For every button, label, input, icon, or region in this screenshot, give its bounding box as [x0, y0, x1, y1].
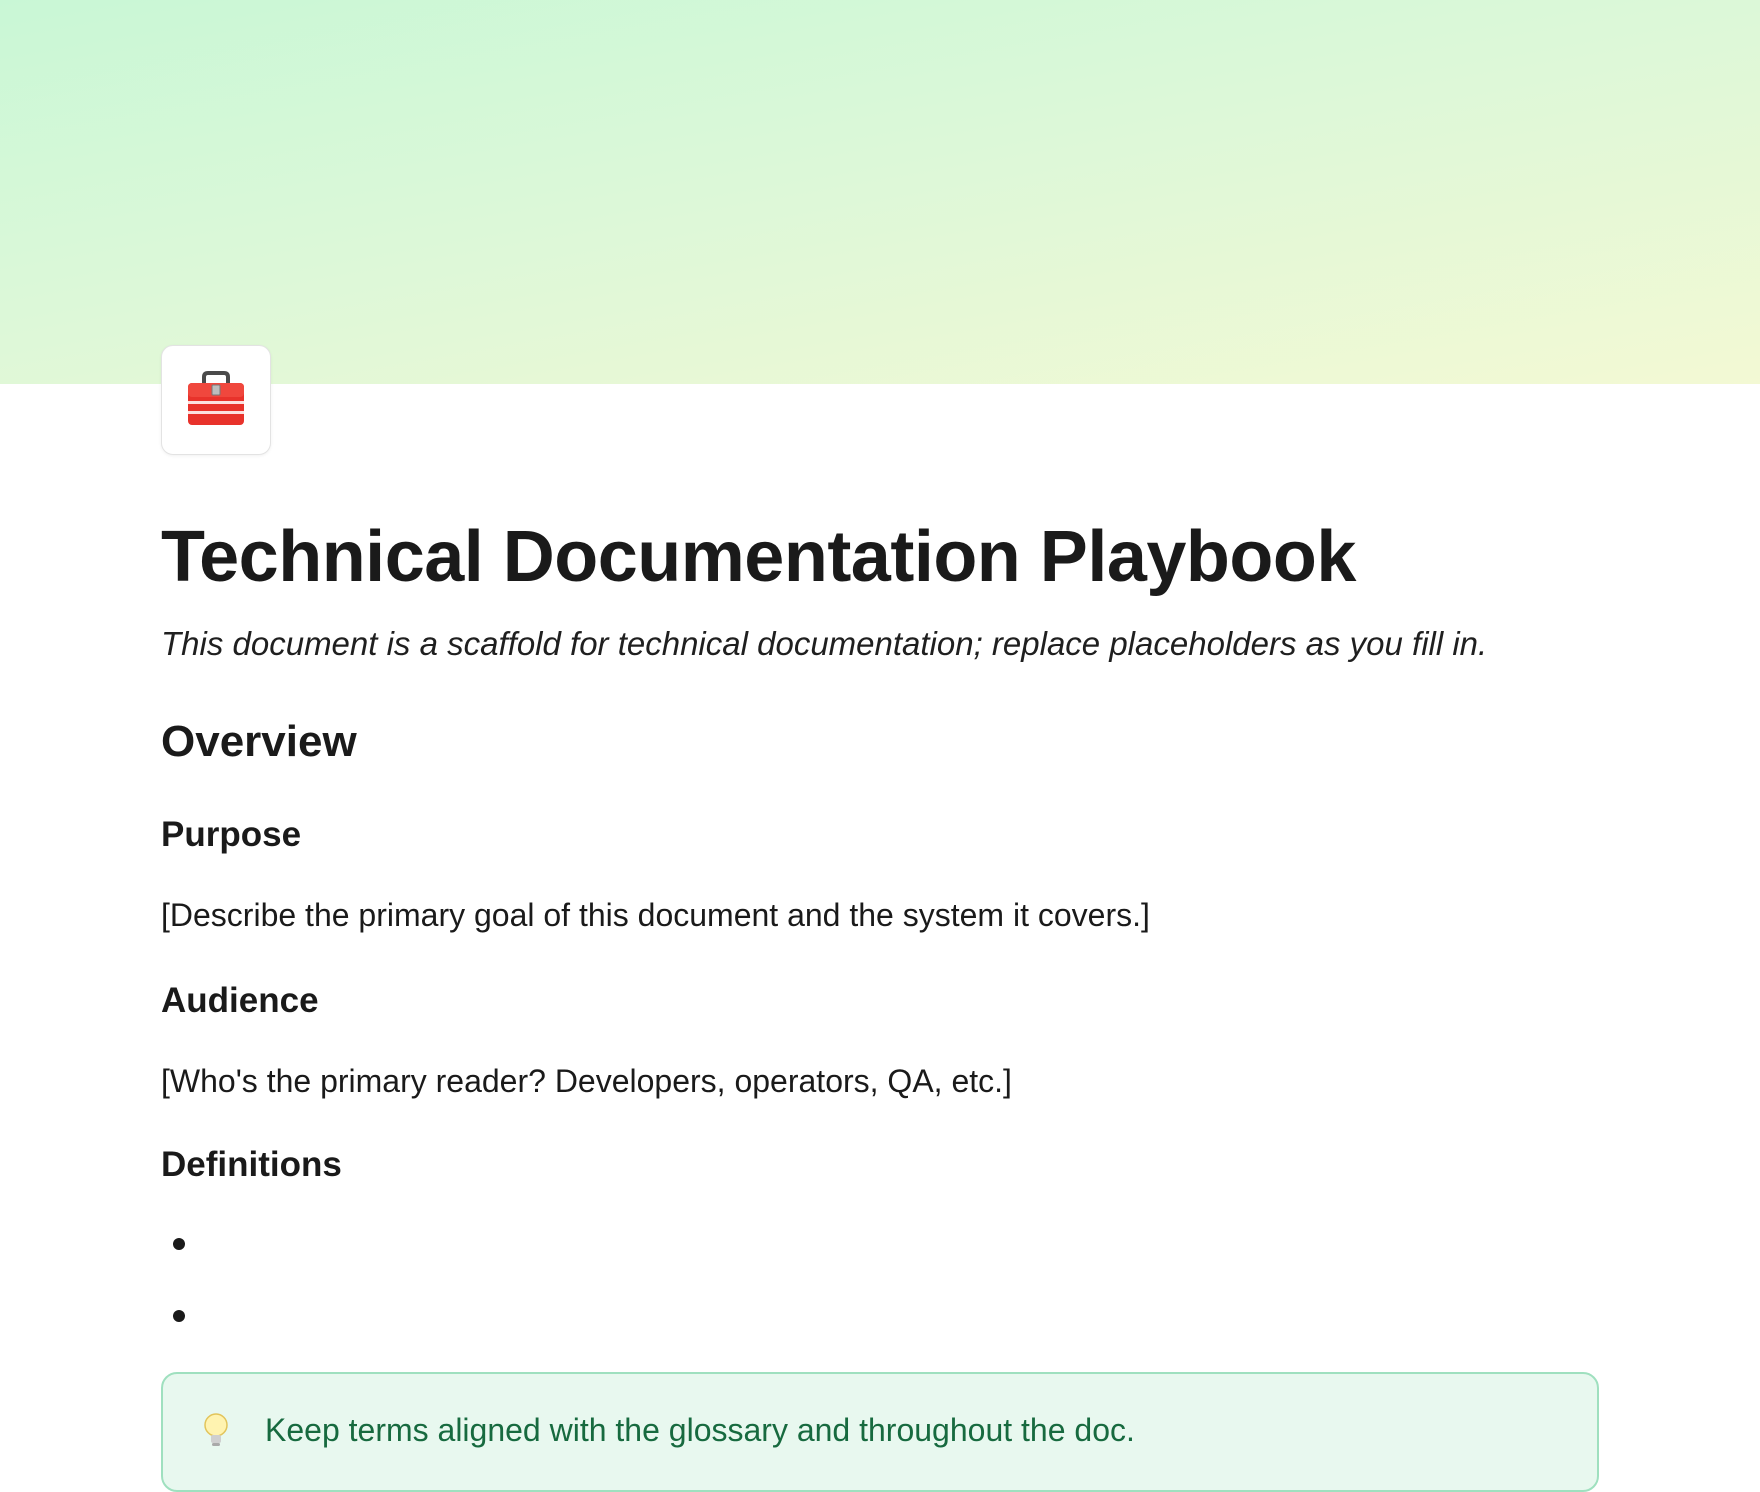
audience-text[interactable]: [Who's the primary reader? Developers, o…: [161, 1061, 1012, 1101]
heading-purpose[interactable]: Purpose: [161, 814, 301, 856]
toolbox-icon: [188, 371, 244, 425]
heading-audience[interactable]: Audience: [161, 980, 319, 1022]
list-item[interactable]: [205, 1298, 805, 1338]
list-item-bullet: [173, 1238, 185, 1250]
purpose-text[interactable]: [Describe the primary goal of this docum…: [161, 895, 1150, 935]
page-subtitle[interactable]: This document is a scaffold for technica…: [161, 624, 1487, 664]
page-cover[interactable]: [0, 0, 1760, 384]
page-icon-button[interactable]: [161, 345, 271, 455]
list-item[interactable]: [205, 1226, 805, 1266]
page-title[interactable]: Technical Documentation Playbook: [161, 515, 1356, 599]
list-item-bullet: [173, 1310, 185, 1322]
callout-text[interactable]: Keep terms aligned with the glossary and…: [265, 1410, 1135, 1450]
lightbulb-icon: [204, 1413, 228, 1446]
callout-block[interactable]: Keep terms aligned with the glossary and…: [161, 1372, 1599, 1492]
heading-definitions[interactable]: Definitions: [161, 1144, 342, 1186]
heading-overview[interactable]: Overview: [161, 716, 357, 768]
